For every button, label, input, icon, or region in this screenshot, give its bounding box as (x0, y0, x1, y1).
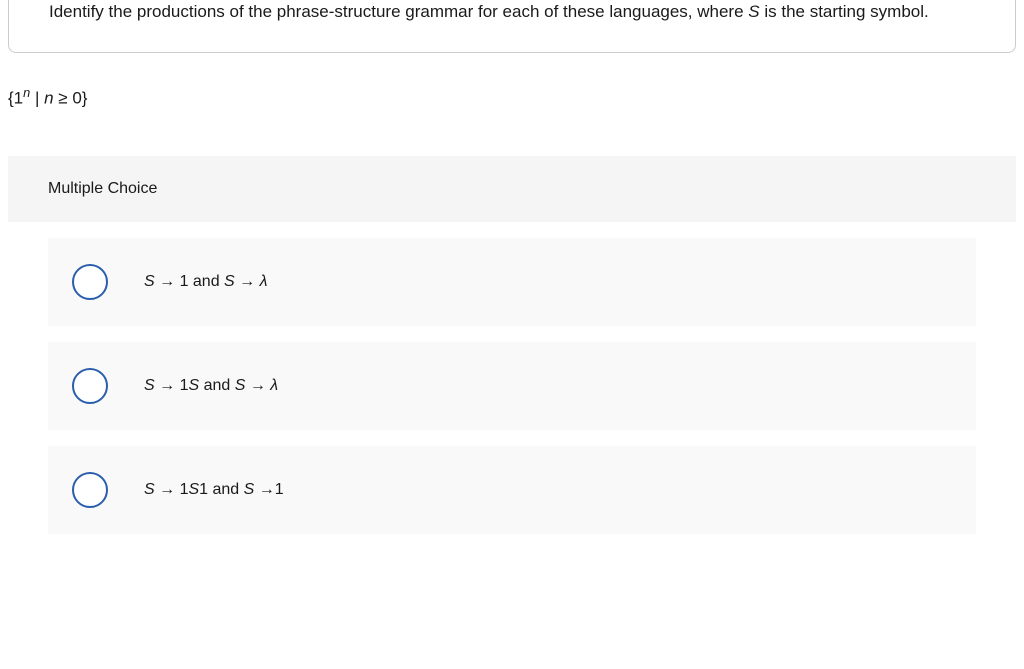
sym-s: S (188, 481, 199, 498)
choice-text: S → 1S and S → λ (144, 377, 278, 395)
radio-icon[interactable] (72, 368, 108, 404)
sym-s: S (235, 377, 246, 394)
set-open: {1 (8, 88, 23, 107)
txt: → 1 (155, 481, 189, 498)
section-header: Multiple Choice (8, 156, 1016, 222)
question-container: Identify the productions of the phrase-s… (8, 0, 1016, 53)
choice-option-1[interactable]: S → 1 and S → λ (48, 238, 976, 326)
question-prefix: Identify the productions of the phrase-s… (49, 2, 748, 21)
sym-s: S (188, 377, 199, 394)
choice-option-2[interactable]: S → 1S and S → λ (48, 342, 976, 430)
txt: and (199, 377, 235, 394)
sym-s: S (224, 273, 235, 290)
txt: → 1 and (155, 273, 224, 290)
set-cond: ≥ 0} (54, 88, 88, 107)
set-var: n (44, 88, 53, 107)
question-symbol: S (748, 2, 759, 21)
txt: 1 and (199, 481, 243, 498)
sym-s: S (144, 481, 155, 498)
question-suffix: is the starting symbol. (760, 2, 929, 21)
radio-icon[interactable] (72, 472, 108, 508)
sym-s: S (144, 273, 155, 290)
txt: → (235, 273, 260, 290)
choice-text: S → 1 and S → λ (144, 273, 267, 291)
sym-lambda: λ (270, 377, 278, 394)
txt: → (245, 377, 270, 394)
set-mid: | (30, 88, 44, 107)
answers-section: Multiple Choice S → 1 and S → λ S → 1S a… (8, 156, 1016, 534)
sym-lambda: λ (260, 273, 268, 290)
choice-text: S → 1S1 and S →1 (144, 481, 284, 499)
sym-s: S (144, 377, 155, 394)
txt: → 1 (155, 377, 189, 394)
question-text: Identify the productions of the phrase-s… (49, 0, 975, 24)
radio-icon[interactable] (72, 264, 108, 300)
subquestion-set: {1n | n ≥ 0} (8, 85, 1024, 109)
sym-s: S (244, 481, 255, 498)
choice-option-3[interactable]: S → 1S1 and S →1 (48, 446, 976, 534)
txt: →1 (254, 481, 283, 498)
